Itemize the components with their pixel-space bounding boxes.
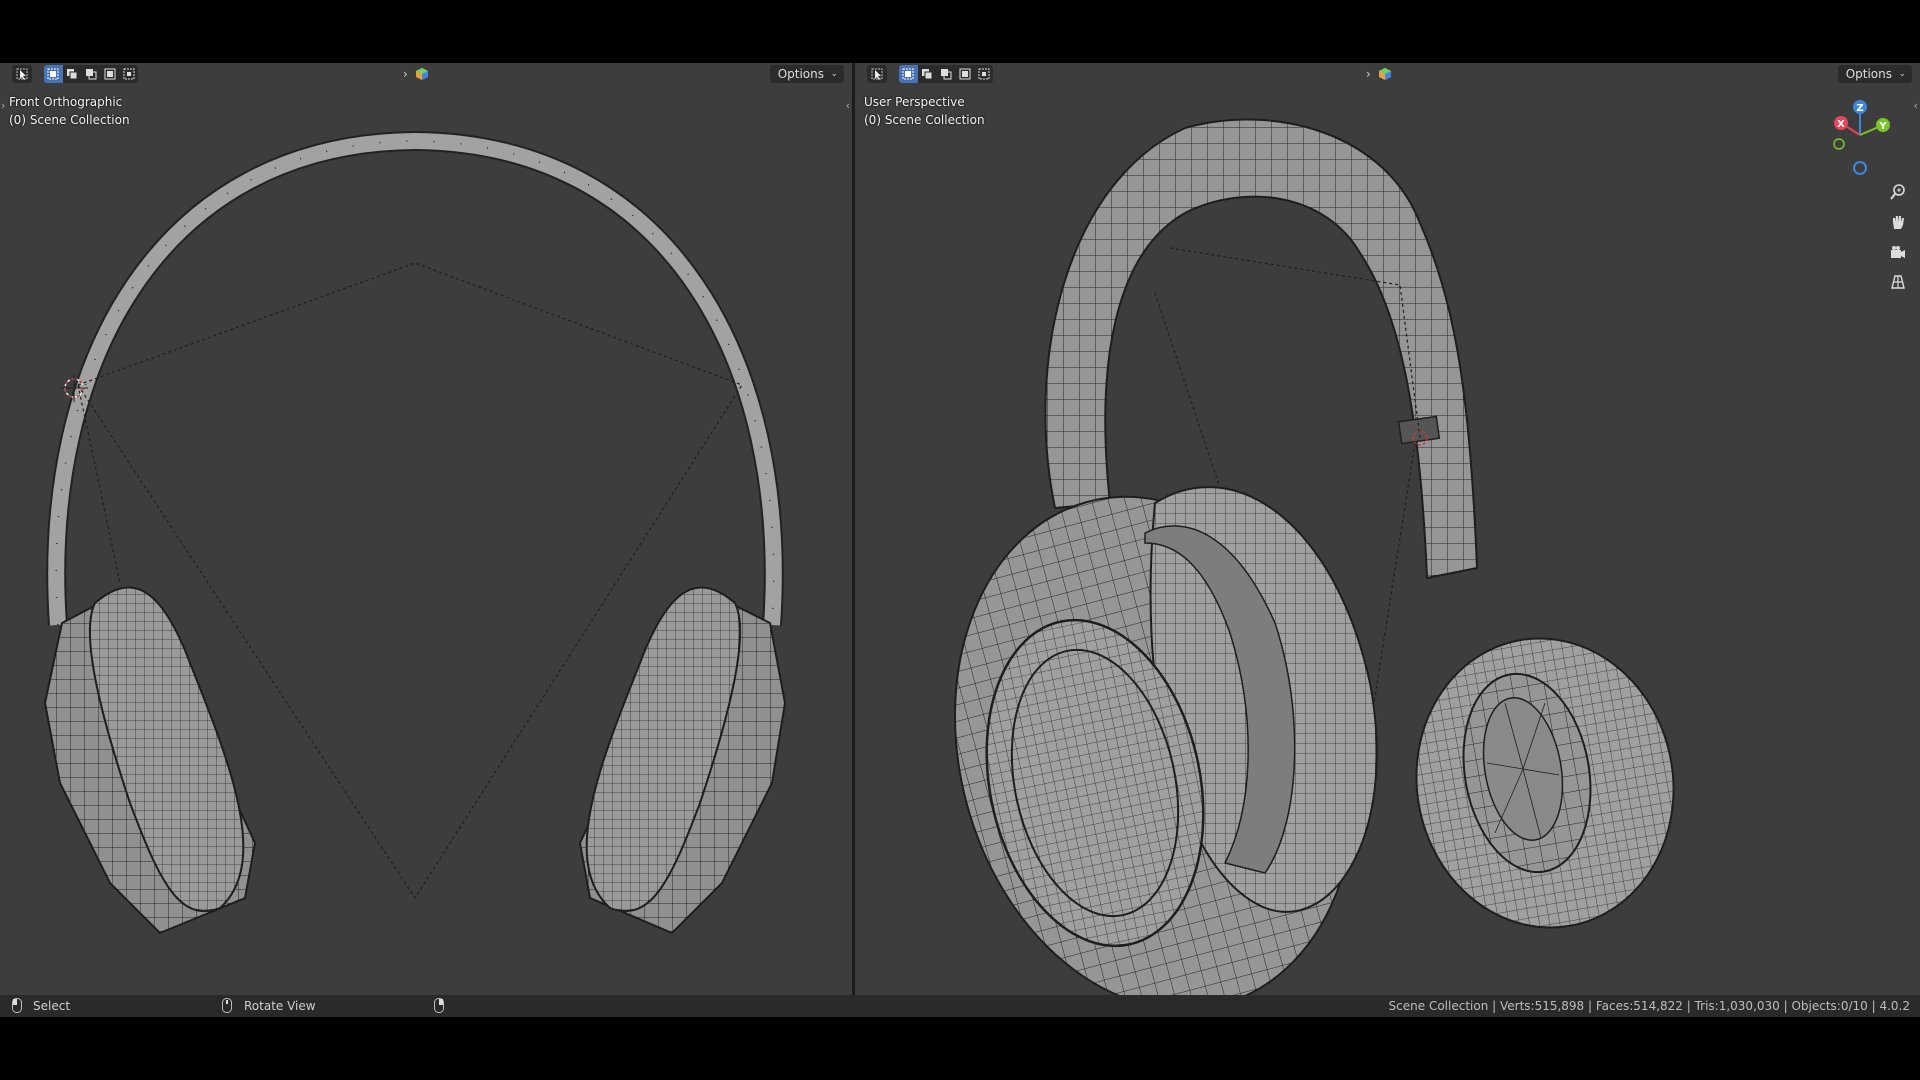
letterbox-bottom bbox=[0, 1017, 1920, 1080]
headphones-front-model bbox=[43, 130, 787, 935]
mouse-right-icon bbox=[434, 998, 444, 1013]
mouse-middle-icon bbox=[222, 998, 232, 1013]
viewport-user-perspective[interactable]: › Options ⌄ User Perspective (0) Scene C… bbox=[855, 63, 1920, 995]
status-select-label: Select bbox=[33, 999, 71, 1013]
viewport-front-orthographic[interactable]: › Options ⌄ Front Orthographic (0) Scene… bbox=[0, 63, 852, 995]
status-rotate-label: Rotate View bbox=[244, 999, 316, 1013]
scene-statistics: Scene Collection | Verts:515,898 | Faces… bbox=[1388, 999, 1910, 1013]
letterbox-top bbox=[0, 0, 1920, 63]
mouse-left-icon bbox=[12, 998, 22, 1013]
status-bar: Select Rotate View Scene Collection | Ve… bbox=[0, 995, 1920, 1017]
headphones-perspective-model bbox=[953, 118, 1675, 995]
